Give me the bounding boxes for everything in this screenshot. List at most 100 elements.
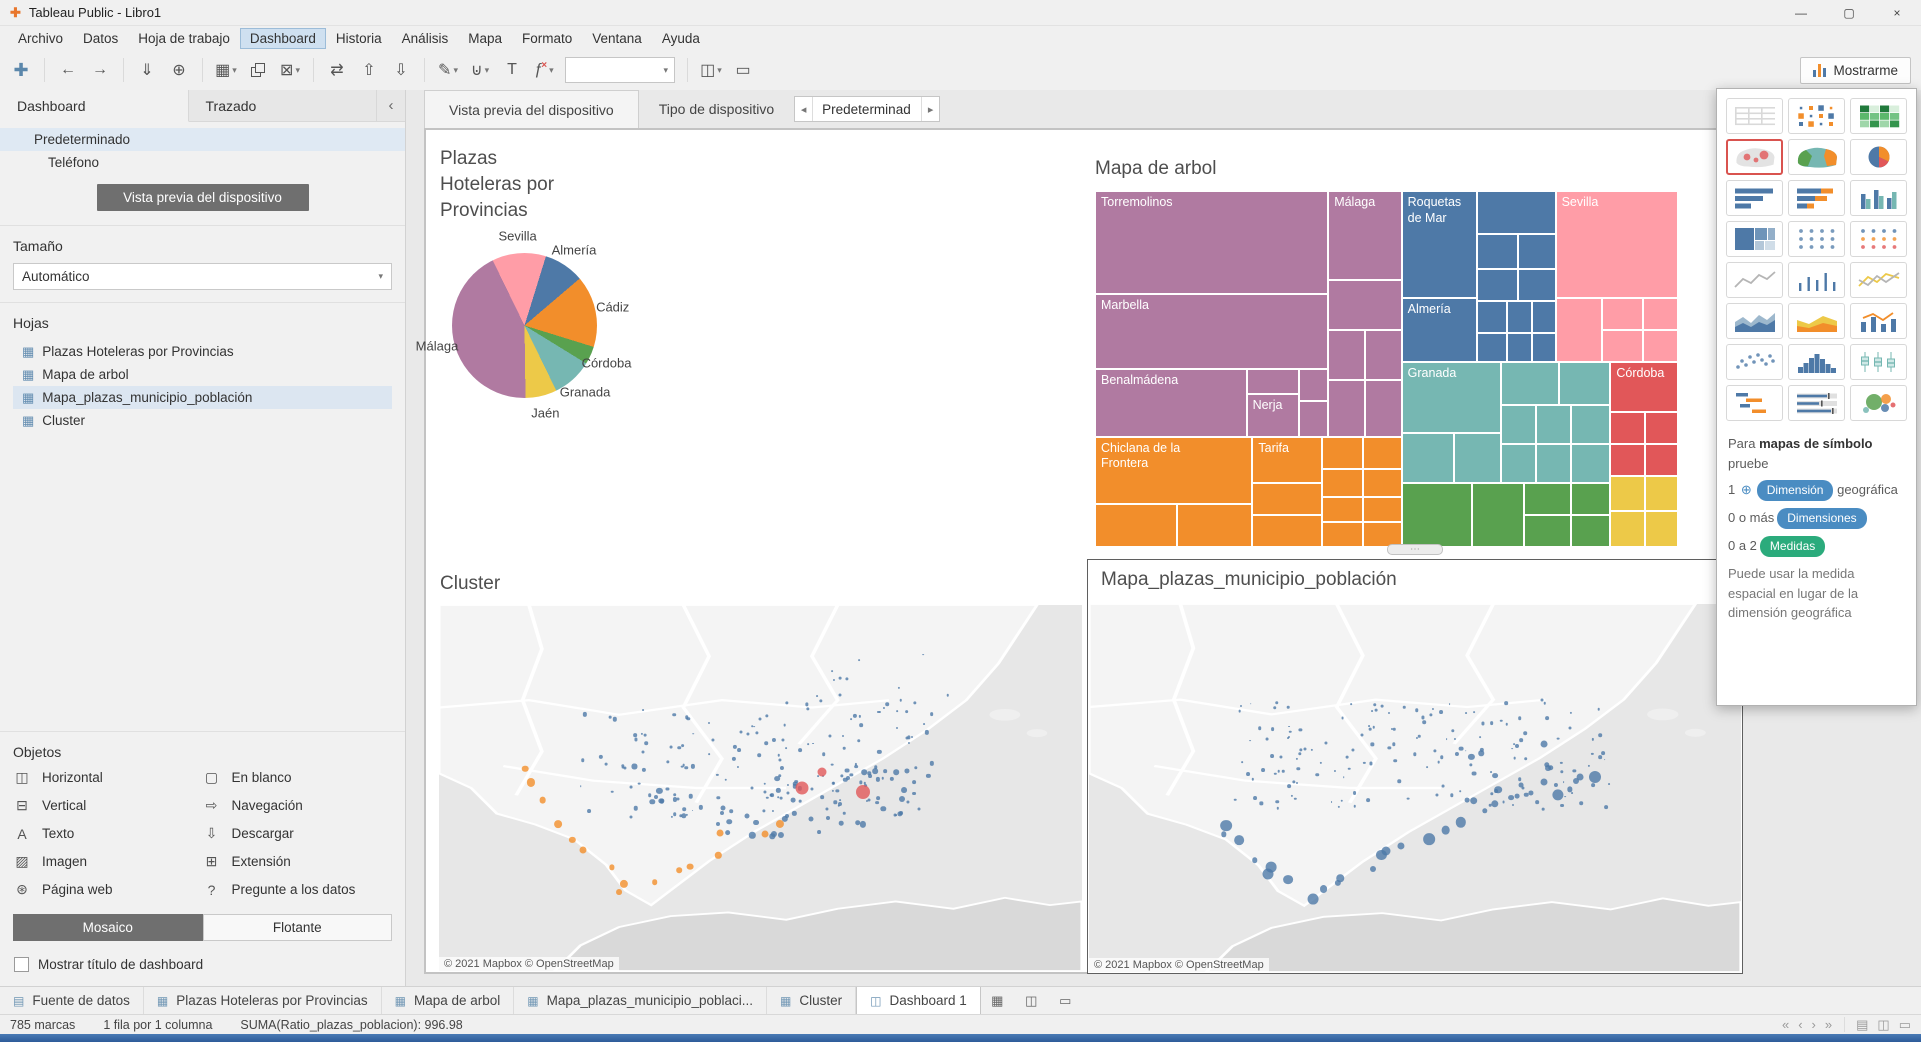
showme-tile-histogram[interactable] [1788, 344, 1845, 380]
map-mark[interactable] [629, 785, 632, 788]
mosaico-button[interactable]: Mosaico [13, 914, 203, 941]
new-worksheet-button[interactable]: ▦ [981, 987, 1015, 1014]
map-mark[interactable] [642, 750, 645, 753]
map-mark[interactable] [1470, 797, 1478, 805]
map-mark[interactable] [716, 822, 720, 826]
map-mark[interactable] [681, 744, 685, 748]
map-mark[interactable] [817, 775, 819, 777]
map-mark[interactable] [1490, 771, 1492, 773]
map-mark[interactable] [1341, 717, 1344, 720]
map-mark[interactable] [901, 787, 907, 793]
map-mark[interactable] [753, 820, 759, 826]
map-mark[interactable] [1288, 726, 1290, 728]
map-mark[interactable] [831, 763, 834, 766]
showme-tile-circle-views[interactable] [1788, 221, 1845, 257]
map-mark[interactable] [677, 797, 680, 800]
show-mark-labels-button[interactable]: T [497, 55, 527, 85]
showme-tile-stacked-bars[interactable] [1788, 180, 1845, 216]
map-mark[interactable] [1371, 710, 1373, 712]
map-mark[interactable] [1556, 737, 1559, 740]
minimize-button[interactable]: — [1777, 0, 1825, 25]
map-mark[interactable] [882, 777, 885, 780]
map-mark[interactable] [762, 831, 769, 838]
map-mark[interactable] [1604, 805, 1608, 809]
map-mark[interactable] [652, 879, 658, 885]
showme-tile-highlight-table[interactable] [1850, 98, 1907, 134]
map-mark[interactable] [1393, 759, 1397, 763]
map-mark[interactable] [1505, 723, 1508, 726]
clear-formatting-button[interactable]: ƒ×▾ [529, 55, 559, 85]
presentation-mode-button[interactable]: ▭ [728, 55, 758, 85]
map-mark[interactable] [1490, 721, 1494, 725]
showme-tile-side-by-side-circles[interactable] [1850, 221, 1907, 257]
map-mark[interactable] [821, 796, 825, 800]
fit-selector[interactable]: ▾ [565, 57, 675, 83]
map-mark[interactable] [826, 816, 830, 820]
highlight-button[interactable]: ✎▾ [433, 55, 463, 85]
showme-tile-scatter-plot[interactable] [1726, 344, 1783, 380]
map-mark[interactable] [1240, 705, 1242, 707]
map-mark[interactable] [796, 782, 809, 795]
treemap-cell-cordoba[interactable]: Córdoba [1610, 362, 1678, 412]
pane-tab-dashboard[interactable]: Dashboard [0, 90, 189, 122]
map-mark[interactable] [1304, 747, 1307, 750]
map-mark[interactable] [673, 793, 677, 797]
treemap-cell[interactable] [1365, 330, 1402, 380]
map-mark[interactable] [883, 770, 887, 774]
map-mark[interactable] [1345, 756, 1348, 759]
map-mark[interactable] [1252, 858, 1258, 864]
treemap-cell[interactable] [1322, 437, 1363, 469]
map-mark[interactable] [1366, 798, 1370, 802]
map-mark[interactable] [1316, 773, 1320, 777]
map-mark[interactable] [581, 759, 585, 763]
map-mark[interactable] [1465, 712, 1467, 714]
tab-cluster[interactable]: ▦Cluster [767, 987, 856, 1014]
showme-tile-dual-combination[interactable] [1850, 303, 1907, 339]
map-mark[interactable] [809, 816, 814, 821]
map-mark[interactable] [946, 694, 949, 697]
map-mark[interactable] [900, 699, 903, 702]
map-mark[interactable] [539, 797, 546, 804]
map-mark[interactable] [923, 654, 925, 656]
map-mark[interactable] [1393, 728, 1396, 731]
map-mark[interactable] [1375, 709, 1378, 712]
map-mark[interactable] [1250, 703, 1252, 705]
map-mark[interactable] [692, 810, 694, 812]
map-mark[interactable] [648, 793, 652, 797]
map-mark[interactable] [1543, 702, 1546, 705]
map-mark[interactable] [893, 814, 896, 817]
map-mark[interactable] [1320, 885, 1328, 893]
menu-ventana[interactable]: Ventana [582, 28, 652, 49]
treemap-cell[interactable] [1501, 405, 1536, 444]
map-mark[interactable] [912, 780, 916, 784]
map-mark[interactable] [1388, 712, 1390, 714]
device-preview-button[interactable]: Vista previa del dispositivo [97, 184, 309, 211]
map-mark[interactable] [1253, 796, 1257, 800]
map-mark[interactable] [1518, 783, 1523, 788]
map-mark[interactable] [861, 769, 867, 775]
map-mark[interactable] [1348, 767, 1351, 770]
map-mark[interactable] [1439, 710, 1443, 714]
map-mark[interactable] [1289, 730, 1292, 733]
map-mark[interactable] [911, 736, 913, 738]
new-story-button[interactable]: ▭ [1049, 987, 1083, 1014]
map-mark[interactable] [905, 710, 909, 714]
map-mark[interactable] [791, 798, 796, 803]
device-item-predeterminado[interactable]: Predeterminado [0, 128, 405, 151]
map-mark[interactable] [587, 809, 591, 813]
treemap-cell[interactable] [1643, 330, 1678, 362]
treemap-cell[interactable] [1536, 405, 1571, 444]
map-mark[interactable] [1278, 770, 1281, 773]
map-mark[interactable] [682, 807, 686, 811]
showme-tile-heat-map[interactable] [1788, 98, 1845, 134]
map-mark[interactable] [858, 659, 860, 661]
map-mark[interactable] [1381, 846, 1390, 855]
container-drag-handle[interactable]: ⋯ [1387, 544, 1443, 555]
treemap-cell[interactable] [1524, 483, 1571, 515]
treemap-cell-marbella[interactable]: Marbella [1095, 294, 1328, 369]
map-mark[interactable] [1270, 754, 1274, 758]
treemap-cell[interactable] [1177, 504, 1253, 547]
treemap-cell[interactable] [1363, 437, 1401, 469]
map-mark[interactable] [1524, 757, 1528, 761]
group-members-button[interactable]: ⊍▾ [465, 55, 495, 85]
